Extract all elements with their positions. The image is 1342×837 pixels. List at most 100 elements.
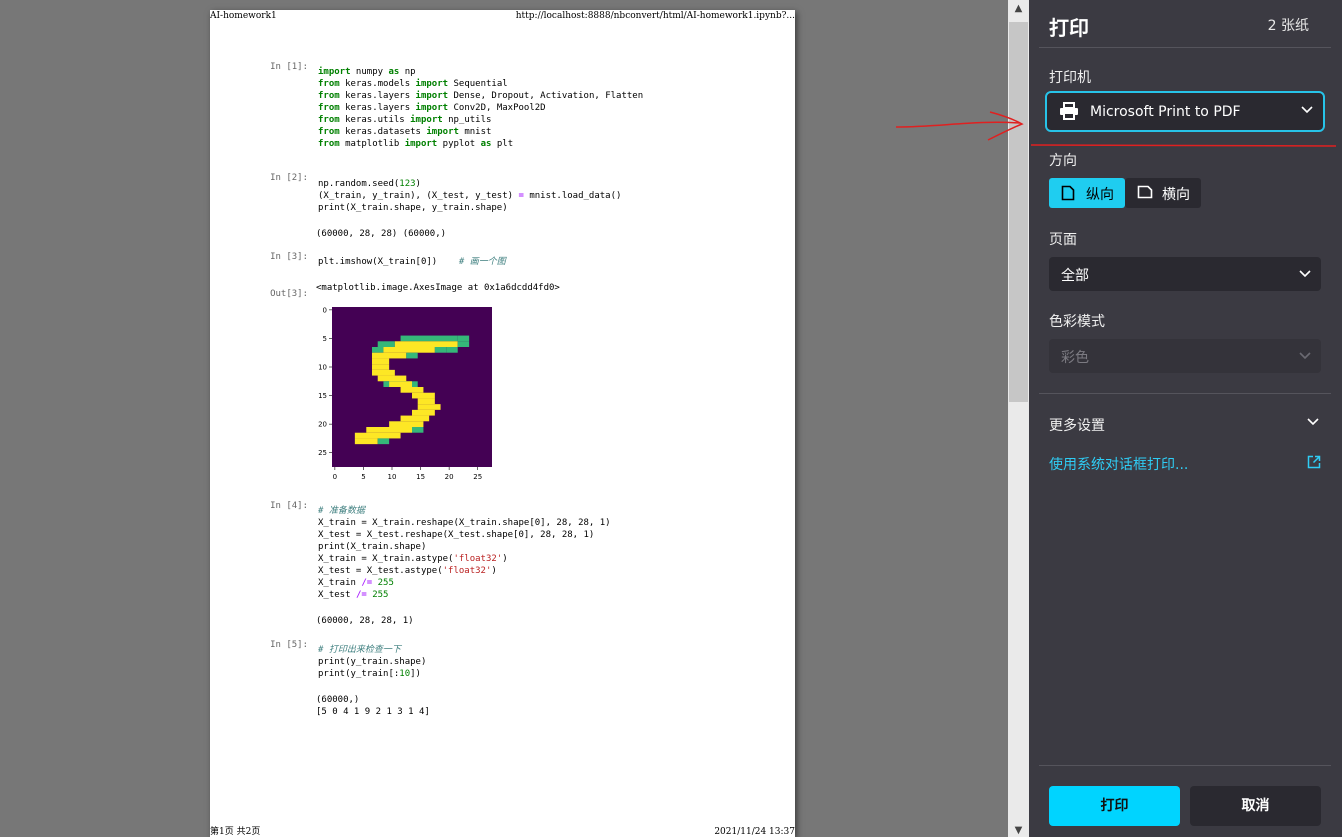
output-3: <matplotlib.image.AxesImage at 0x1a6dcdd… [316,283,560,293]
cell-prompt: Out[3]: [270,289,308,299]
code-cell-1: import numpy as np from keras.models impo… [318,66,643,150]
code-line: print(y_train[:10]) [318,669,421,679]
page-footer-number: 第1页 共2页 [210,827,261,837]
code-comment: # 打印出来检查一下 [318,645,401,655]
print-button[interactable]: 打印 [1049,786,1180,826]
cancel-button[interactable]: 取消 [1190,786,1321,826]
divider [1039,47,1331,48]
digit-pixel-run [372,369,395,376]
more-settings-toggle[interactable]: 更多设置 [1049,415,1105,435]
page-portrait-icon [1061,185,1075,201]
divider [1039,393,1331,394]
output-5: (60000,) [5 0 4 1 9 2 1 3 1 4] [316,695,430,717]
portrait-label: 纵向 [1086,187,1114,203]
printer-select[interactable]: Microsoft Print to PDF [1045,91,1325,132]
digit-pixel-run [412,392,435,399]
cell-prompt: In [5]: [270,640,308,650]
digit-pixel-run [446,347,458,353]
digit-pixel-run [372,358,390,365]
code-line: X_train = X_train.astype('float32') [318,554,508,564]
x-tick-label: 20 [445,473,454,481]
digit-pixel-run [372,364,390,370]
code-cell-4: # 准备数据 X_train = X_train.reshape(X_train.… [318,505,611,601]
digit-pixel-run [377,375,407,382]
printer-label: 打印机 [1049,70,1091,86]
code-comment: # 准备数据 [318,506,365,516]
cell-prompt: In [3]: [270,252,308,262]
chevron-down-icon [1299,352,1311,360]
x-tick-label: 5 [361,473,365,481]
code-line: np.random.seed(123) [318,179,421,189]
x-tick-label: 0 [333,473,337,481]
code-line: (X_train, y_train), (X_test, y_test) = m… [318,191,622,201]
system-dialog-link[interactable]: 使用系统对话框打印... [1049,454,1188,474]
y-tick-label: 10 [318,364,327,372]
preview-scrollbar[interactable]: ▲ ▼ [1008,0,1029,837]
digit-pixel-run [354,432,401,439]
x-axis-ticks: 0 5 10 15 20 25 [333,467,482,481]
output-4: (60000, 28, 28, 1) [316,616,414,626]
portrait-button[interactable]: 纵向 [1049,178,1125,208]
scroll-thumb[interactable] [1009,22,1028,402]
digit-pixel-run [366,427,412,433]
x-tick-label: 10 [388,473,397,481]
chevron-down-icon [1299,270,1311,278]
digit-pixel-run [377,438,390,445]
divider [1039,765,1331,766]
code-line: from keras.models import Sequential [318,79,508,89]
digit-pixel-run [372,352,407,359]
code-line: from matplotlib import pyplot as plt [318,139,514,149]
sheet-count: 2 张纸 [1267,18,1309,34]
digit-pixel-run [457,341,470,347]
code-line: from keras.layers import Dense, Dropout,… [318,91,644,101]
pages-label: 页面 [1049,232,1077,248]
y-tick-label: 20 [318,421,327,429]
cell-prompt: In [1]: [270,62,308,72]
page-footer-date: 2021/11/24 13:37 [714,827,795,837]
y-tick-label: 5 [323,335,327,343]
code-line: X_test /= 255 [318,590,389,600]
preview-page: AI-homework1 http://localhost:8888/nbcon… [210,10,795,837]
code-line: from keras.layers import Conv2D, MaxPool… [318,103,546,113]
cell-prompt: In [2]: [270,173,308,183]
code-line: print(X_train.shape, y_train.shape) [318,203,508,213]
pages-select[interactable]: 全部 [1049,257,1321,291]
scroll-down-icon[interactable]: ▼ [1008,825,1029,836]
digit-pixel-run [389,421,424,427]
code-line: print(X_train.shape) [318,542,427,552]
code-line: X_test = X_test.reshape(X_test.shape[0],… [318,530,595,540]
code-line: from keras.utils import np_utils [318,115,492,125]
cell-prompt: In [4]: [270,501,308,511]
color-mode-value: 彩色 [1061,350,1089,366]
code-cell-2: np.random.seed(123) (X_train, y_train), (… [318,178,621,214]
digit-pixel-run [406,352,418,359]
digit-pixel-run [394,341,458,347]
code-cell-5: # 打印出来检查一下 print(y_train.shape) print(y_tr… [318,644,426,680]
code-line: import numpy as np [318,67,416,77]
x-tick-label: 15 [416,473,425,481]
digit-pixel-run [434,347,447,353]
print-preview-area: AI-homework1 http://localhost:8888/nbcon… [0,0,1008,837]
color-mode-select: 彩色 [1049,339,1321,373]
chevron-down-icon [1301,106,1313,114]
digit-pixel-run [354,438,378,445]
chevron-down-icon[interactable] [1307,418,1319,426]
panel-title: 打印 [1049,16,1089,40]
y-tick-label: 0 [323,306,327,314]
digit-pixel-run [400,387,424,393]
external-link-icon[interactable] [1307,455,1321,469]
output-2: (60000, 28, 28) (60000,) [316,229,447,239]
digit-pixel-run [372,347,384,353]
x-tick-label: 25 [473,473,482,481]
digit-pixel-run [412,409,435,416]
digit-pixel-run [400,335,458,342]
y-tick-label: 15 [318,392,327,400]
digit-pixel-run [412,427,424,433]
landscape-button[interactable]: 横向 [1125,178,1201,208]
code-line: from keras.datasets import mnist [318,127,492,137]
scroll-up-icon[interactable]: ▲ [1008,3,1029,14]
y-tick-label: 25 [318,449,327,457]
landscape-label: 横向 [1162,187,1190,203]
y-axis-ticks: 0 5 10 15 20 25 [318,306,332,457]
page-header-title: AI-homework1 [210,11,277,21]
